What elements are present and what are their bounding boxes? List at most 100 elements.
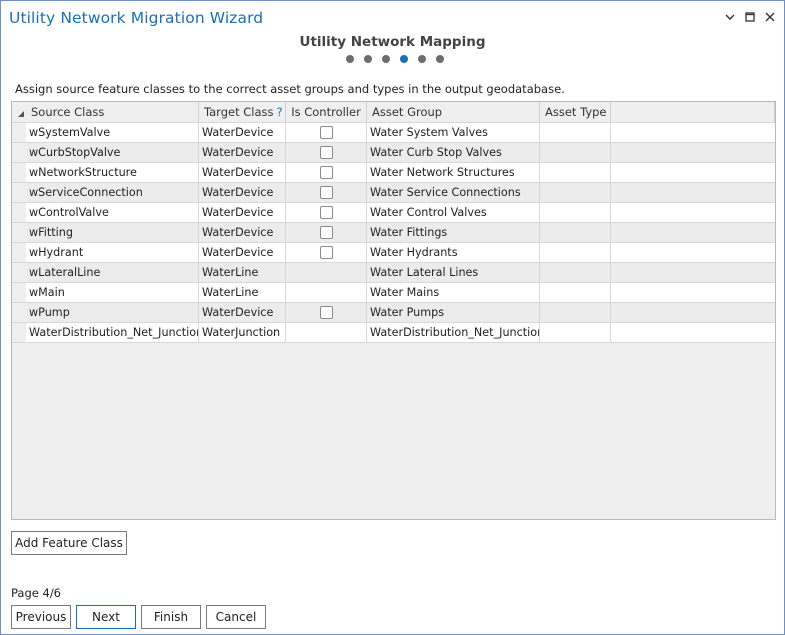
cell-filler (611, 323, 775, 342)
cell-target-class[interactable]: WaterDevice (199, 143, 286, 162)
table-row[interactable]: wCurbStopValve WaterDevice Water Curb Stop… (12, 143, 775, 163)
row-header (12, 223, 26, 242)
table-row[interactable]: wLateralLine WaterLine Water Lateral Lines (12, 263, 775, 283)
cell-is-controller (286, 223, 367, 242)
next-button[interactable]: Next (76, 605, 136, 629)
cell-asset-group[interactable]: Water Pumps (367, 303, 540, 322)
cell-target-class[interactable]: WaterLine (199, 263, 286, 282)
is-controller-checkbox[interactable] (319, 186, 333, 199)
cancel-button[interactable]: Cancel (206, 605, 266, 629)
cell-asset-type[interactable] (540, 143, 611, 162)
step-dot (346, 55, 354, 63)
previous-button[interactable]: Previous (11, 605, 71, 629)
is-controller-checkbox[interactable] (319, 306, 333, 319)
table-row[interactable]: wNetworkStructure WaterDevice Water Networ… (12, 163, 775, 183)
table-row[interactable]: wSystemValve WaterDevice Water System Valv… (12, 123, 775, 143)
row-header (12, 303, 26, 322)
is-controller-checkbox[interactable] (319, 146, 333, 159)
cell-target-class[interactable]: WaterJunction (199, 323, 286, 342)
cell-source-class[interactable]: wCurbStopValve (26, 143, 199, 162)
cell-asset-type[interactable] (540, 223, 611, 242)
cell-asset-group[interactable]: Water Network Structures (367, 163, 540, 182)
table-row[interactable]: wMain WaterLine Water Mains (12, 283, 775, 303)
cell-asset-type[interactable] (540, 263, 611, 282)
column-is-controller[interactable]: Is Controller (286, 102, 367, 122)
cell-asset-type[interactable] (540, 323, 611, 342)
cell-target-class[interactable]: WaterDevice (199, 243, 286, 262)
add-feature-class-button[interactable]: Add Feature Class (11, 531, 127, 555)
cell-asset-group[interactable]: Water Control Valves (367, 203, 540, 222)
cell-source-class[interactable]: WaterDistribution_Net_Junctions (26, 323, 199, 342)
table-row[interactable]: wFitting WaterDevice Water Fittings (12, 223, 775, 243)
cell-source-class[interactable]: wLateralLine (26, 263, 199, 282)
close-icon[interactable] (762, 7, 778, 27)
column-asset-group-label: Asset Group (372, 105, 443, 119)
is-controller-checkbox[interactable] (319, 126, 333, 139)
is-controller-checkbox[interactable] (319, 246, 333, 259)
cell-filler (611, 183, 775, 202)
cell-target-class[interactable]: WaterDevice (199, 203, 286, 222)
table-row[interactable]: WaterDistribution_Net_Junctions WaterJunc… (12, 323, 775, 343)
cell-source-class[interactable]: wControlValve (26, 203, 199, 222)
cell-asset-group[interactable]: Water Mains (367, 283, 540, 302)
is-controller-checkbox[interactable] (319, 226, 333, 239)
row-header (12, 123, 26, 142)
table-row[interactable]: wServiceConnection WaterDevice Water Servi… (12, 183, 775, 203)
cell-source-class[interactable]: wSystemValve (26, 123, 199, 142)
cell-filler (611, 243, 775, 262)
cell-target-class[interactable]: WaterDevice (199, 163, 286, 182)
step-title: Utility Network Mapping (299, 34, 486, 50)
row-header (12, 183, 26, 202)
cell-is-controller (286, 163, 367, 182)
row-header (12, 143, 26, 162)
column-source-class[interactable]: Source Class (26, 102, 199, 122)
cell-target-class[interactable]: WaterDevice (199, 183, 286, 202)
step-dot (418, 55, 426, 63)
is-controller-checkbox[interactable] (319, 166, 333, 179)
column-asset-type[interactable]: Asset Type (540, 102, 611, 122)
cell-source-class[interactable]: wMain (26, 283, 199, 302)
column-target-class[interactable]: Target Class? (199, 102, 286, 122)
row-header (12, 283, 26, 302)
mapping-grid: Source Class Target Class? Is Controller… (11, 101, 776, 520)
cell-target-class[interactable]: WaterDevice (199, 223, 286, 242)
cell-asset-type[interactable] (540, 243, 611, 262)
is-controller-checkbox[interactable] (319, 206, 333, 219)
cell-asset-type[interactable] (540, 183, 611, 202)
cell-filler (611, 143, 775, 162)
table-row[interactable]: wHydrant WaterDevice Water Hydrants (12, 243, 775, 263)
cell-target-class[interactable]: WaterLine (199, 283, 286, 302)
table-row[interactable]: wControlValve WaterDevice Water Control Va… (12, 203, 775, 223)
cell-filler (611, 303, 775, 322)
cell-target-class[interactable]: WaterDevice (199, 303, 286, 322)
help-icon[interactable]: ? (277, 105, 283, 119)
cell-asset-type[interactable] (540, 203, 611, 222)
column-asset-type-label: Asset Type (545, 105, 607, 119)
cell-source-class[interactable]: wPump (26, 303, 199, 322)
cell-is-controller (286, 303, 367, 322)
cell-source-class[interactable]: wNetworkStructure (26, 163, 199, 182)
row-header (12, 163, 26, 182)
cell-asset-group[interactable]: Water Service Connections (367, 183, 540, 202)
cell-asset-group[interactable]: Water Curb Stop Valves (367, 143, 540, 162)
cell-asset-type[interactable] (540, 303, 611, 322)
cell-asset-type[interactable] (540, 123, 611, 142)
cell-asset-type[interactable] (540, 163, 611, 182)
column-asset-group[interactable]: Asset Group (367, 102, 540, 122)
cell-asset-group[interactable]: Water Hydrants (367, 243, 540, 262)
cell-source-class[interactable]: wHydrant (26, 243, 199, 262)
row-header (12, 203, 26, 222)
cell-source-class[interactable]: wServiceConnection (26, 183, 199, 202)
sort-arrow-icon (18, 111, 24, 117)
cell-asset-group[interactable]: Water System Valves (367, 123, 540, 142)
cell-source-class[interactable]: wFitting (26, 223, 199, 242)
cell-asset-group[interactable]: WaterDistribution_Net_Junctions (367, 323, 540, 342)
cell-target-class[interactable]: WaterDevice (199, 123, 286, 142)
maximize-icon[interactable] (742, 7, 758, 27)
finish-button[interactable]: Finish (141, 605, 201, 629)
cell-asset-type[interactable] (540, 283, 611, 302)
cell-asset-group[interactable]: Water Fittings (367, 223, 540, 242)
chevron-down-icon[interactable] (722, 7, 738, 27)
table-row[interactable]: wPump WaterDevice Water Pumps (12, 303, 775, 323)
cell-asset-group[interactable]: Water Lateral Lines (367, 263, 540, 282)
